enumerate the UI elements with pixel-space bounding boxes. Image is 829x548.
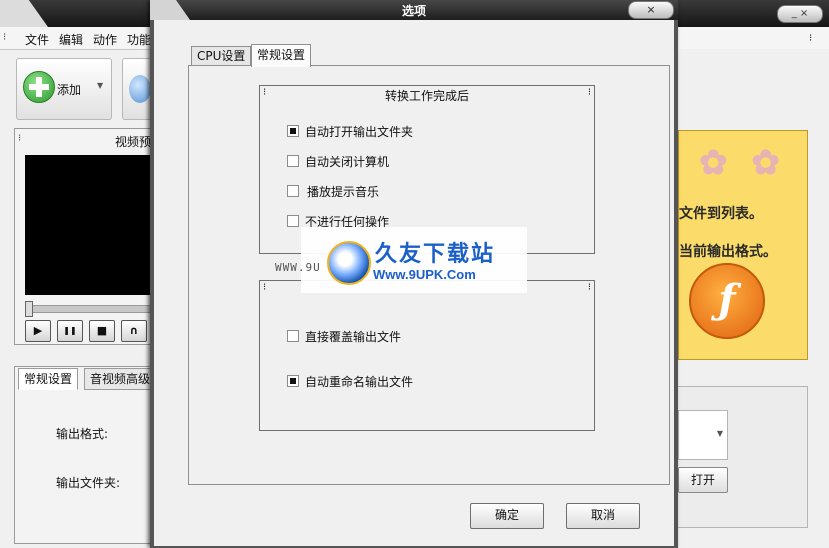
title-notch <box>0 0 48 27</box>
group-title: 转换工作完成后 <box>384 89 469 103</box>
label-auto-open-folder[interactable]: 自动打开输出文件夹 <box>305 123 413 140</box>
play-button[interactable]: ▶ <box>25 320 51 342</box>
banner-text-2: 当前输出格式。 <box>679 244 777 260</box>
video-preview-panel: ⁝ 视频预 ▶ ❚❚ ■ ∩ <box>14 128 157 345</box>
checkbox-auto-open-folder[interactable] <box>287 125 299 137</box>
group-header: ⁝ 转换工作完成后 ⁝ <box>260 86 594 104</box>
settings-panel <box>14 366 156 544</box>
checkbox-auto-shutdown[interactable] <box>287 155 299 167</box>
add-button[interactable]: 添加 ▼ <box>16 58 112 120</box>
watermark-title: 久友下载站 <box>375 242 496 267</box>
grip-icon: ⁝ <box>263 282 267 293</box>
watermark-logo-icon <box>327 241 371 285</box>
stop-button[interactable]: ■ <box>89 320 115 342</box>
chevron-down-icon: ▼ <box>716 429 723 438</box>
watermark-url: Www.9UPK.Com <box>373 267 476 282</box>
toolbar-orb-icon <box>129 75 151 103</box>
output-folder-label: 输出文件夹: <box>56 476 121 490</box>
video-screen <box>25 155 155 295</box>
add-button-label: 添加 <box>57 83 82 97</box>
tab-av-advanced[interactable]: 音视频高级 <box>84 368 157 390</box>
grip-icon: ⁝ <box>587 282 591 293</box>
checkbox-overwrite-output[interactable] <box>287 330 299 342</box>
dialog-title-bar: 选项 × <box>150 0 678 20</box>
banner-text-1: 文件到列表。 <box>679 206 763 222</box>
banner-decoration: ✿ ✿ <box>699 143 786 183</box>
tab-cpu-settings[interactable]: CPU设置 <box>191 46 252 66</box>
cancel-button[interactable]: 取消 <box>566 503 640 529</box>
menu-function[interactable]: 功能 <box>127 31 151 48</box>
right-grip-icon: ⁝ <box>809 33 813 44</box>
label-auto-shutdown[interactable]: 自动关闭计算机 <box>305 153 389 170</box>
checkbox-auto-rename-output[interactable] <box>287 375 299 387</box>
chevron-down-icon[interactable]: ▼ <box>97 81 103 90</box>
seek-slider[interactable] <box>25 305 157 313</box>
output-format-select[interactable]: ▼ <box>678 410 728 460</box>
output-file-group: ⁝ ⁝ <box>259 280 595 431</box>
label-auto-rename-output[interactable]: 自动重命名输出文件 <box>305 373 413 390</box>
close-button[interactable]: × <box>628 1 674 19</box>
label-play-sound[interactable]: 播放提示音乐 <box>307 183 379 200</box>
menubar-grip-icon: ⁝ <box>3 32 7 43</box>
checkbox-play-sound[interactable] <box>287 185 299 197</box>
snapshot-button[interactable]: ∩ <box>121 320 147 342</box>
watermark: WWW.9U 久友下载站 Www.9UPK.Com <box>275 227 527 293</box>
menu-file[interactable]: 文件 <box>25 31 49 48</box>
menu-action[interactable]: 动作 <box>93 31 117 48</box>
checkbox-do-nothing[interactable] <box>287 215 299 227</box>
tab-general-settings-dialog[interactable]: 常规设置 <box>251 44 312 67</box>
preview-title: 视频预 <box>115 135 152 149</box>
watermark-left-text: WWW.9U <box>275 261 321 274</box>
grip-icon: ⁝ <box>587 87 591 98</box>
seek-slider-thumb[interactable] <box>25 301 33 317</box>
ok-button[interactable]: 确定 <box>470 503 544 529</box>
tab-general-settings[interactable]: 常规设置 <box>18 368 79 390</box>
window-controls-minimize-close[interactable]: _ × <box>777 5 823 23</box>
menu-edit[interactable]: 编辑 <box>59 31 83 48</box>
dialog-title: 选项 <box>401 4 426 18</box>
promo-banner: ✿ ✿ 文件到列表。 当前输出格式。 ƒ <box>678 130 808 360</box>
pause-button[interactable]: ❚❚ <box>57 320 83 342</box>
flash-icon: ƒ <box>689 263 765 339</box>
label-overwrite-output[interactable]: 直接覆盖输出文件 <box>305 328 401 345</box>
output-format-label: 输出格式: <box>56 427 109 441</box>
add-plus-icon <box>23 71 55 103</box>
open-folder-button[interactable]: 打开 <box>678 467 728 493</box>
preview-grip-icon: ⁝ <box>18 133 22 144</box>
